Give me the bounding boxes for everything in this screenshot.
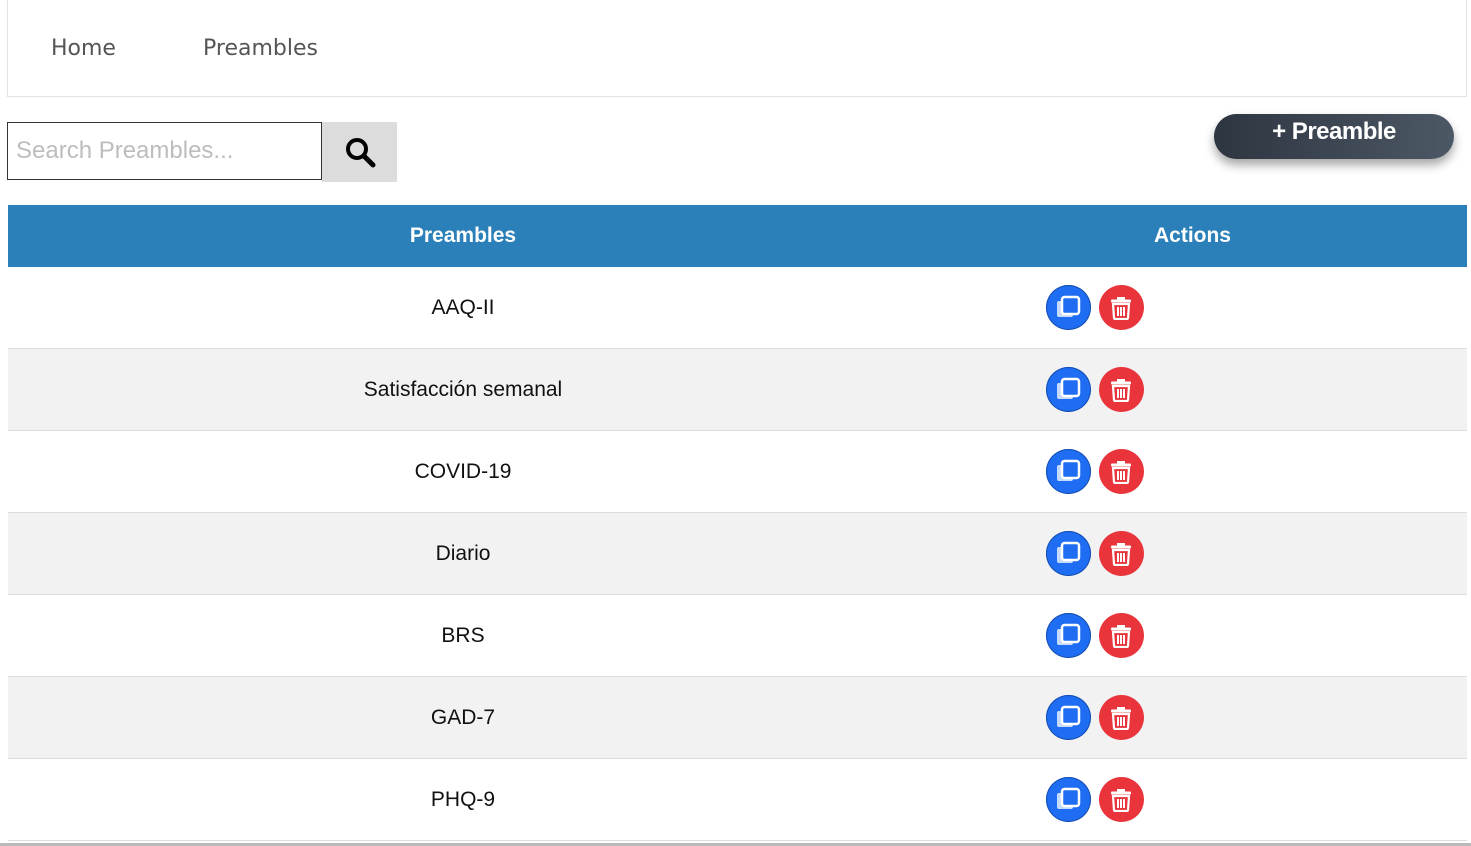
trash-icon (1111, 542, 1131, 566)
actions-group (820, 367, 1369, 412)
search-input[interactable] (7, 122, 322, 180)
preamble-name: Satisfacción semanal (8, 348, 918, 431)
search-icon (345, 138, 375, 168)
row-actions (918, 594, 1467, 677)
actions-group (820, 695, 1369, 740)
preamble-name: BRS (8, 594, 918, 677)
table-header-row: Preambles Actions (8, 205, 1467, 267)
delete-button[interactable] (1098, 695, 1144, 740)
trash-icon (1111, 706, 1131, 730)
duplicate-button[interactable] (1045, 695, 1091, 740)
duplicate-button[interactable] (1045, 531, 1091, 576)
duplicate-button[interactable] (1045, 285, 1091, 330)
duplicate-button[interactable] (1045, 613, 1091, 658)
preamble-name: PHQ-9 (8, 758, 918, 841)
delete-button[interactable] (1098, 613, 1144, 658)
row-actions (918, 512, 1467, 595)
delete-button[interactable] (1098, 531, 1144, 576)
duplicate-button[interactable] (1045, 367, 1091, 412)
row-actions (918, 676, 1467, 759)
table-row: Diario (8, 512, 1467, 595)
preamble-name: Diario (8, 512, 918, 595)
copy-icon (1057, 541, 1081, 563)
nav-preambles-link[interactable]: Preambles (203, 36, 318, 62)
trash-icon (1111, 788, 1131, 812)
column-header-actions: Actions (918, 205, 1467, 267)
preambles-table: Preambles Actions AAQ-II Satisfacción sem… (8, 205, 1467, 841)
duplicate-button[interactable] (1045, 777, 1091, 822)
top-navbar: Home Preambles (7, 0, 1467, 97)
search-button[interactable] (322, 122, 397, 182)
copy-icon (1057, 295, 1081, 317)
trash-icon (1111, 624, 1131, 648)
trash-icon (1111, 378, 1131, 402)
row-actions (918, 758, 1467, 841)
copy-icon (1057, 623, 1081, 645)
actions-group (820, 613, 1369, 658)
copy-icon (1057, 459, 1081, 481)
delete-button[interactable] (1098, 777, 1144, 822)
actions-group (820, 531, 1369, 576)
delete-button[interactable] (1098, 367, 1144, 412)
copy-icon (1057, 377, 1081, 399)
copy-icon (1057, 705, 1081, 727)
preamble-name: AAQ-II (8, 267, 918, 349)
preamble-name: COVID-19 (8, 430, 918, 513)
table-row: PHQ-9 (8, 758, 1467, 841)
delete-button[interactable] (1098, 449, 1144, 494)
row-actions (918, 348, 1467, 431)
delete-button[interactable] (1098, 285, 1144, 330)
table-row: BRS (8, 594, 1467, 677)
actions-group (820, 285, 1369, 330)
add-preamble-button[interactable]: + Preamble (1214, 114, 1454, 159)
duplicate-button[interactable] (1045, 449, 1091, 494)
row-actions (918, 267, 1467, 349)
row-actions (918, 430, 1467, 513)
table-row: Satisfacción semanal (8, 348, 1467, 431)
preamble-name: GAD-7 (8, 676, 918, 759)
trash-icon (1111, 460, 1131, 484)
nav-home-link[interactable]: Home (51, 36, 116, 62)
actions-group (820, 777, 1369, 822)
copy-icon (1057, 787, 1081, 809)
table-row: GAD-7 (8, 676, 1467, 759)
trash-icon (1111, 296, 1131, 320)
table-row: AAQ-II (8, 267, 1467, 349)
table-row: COVID-19 (8, 430, 1467, 513)
actions-group (820, 449, 1369, 494)
column-header-preambles: Preambles (8, 205, 918, 267)
